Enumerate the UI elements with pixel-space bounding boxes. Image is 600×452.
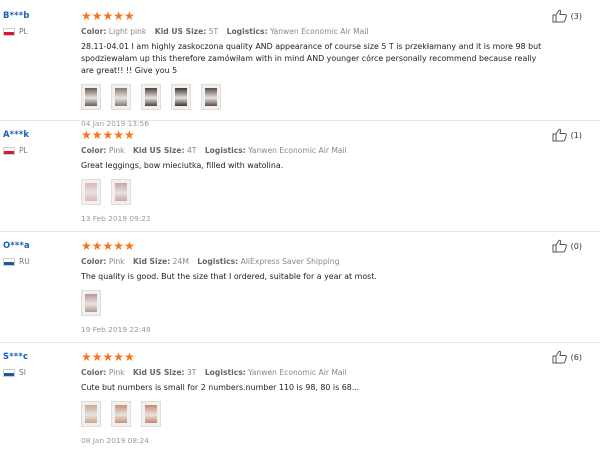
- rating-stars: ★★★★★: [81, 240, 551, 252]
- review-photo-thumbnail[interactable]: [81, 401, 101, 427]
- thumbs-up-icon: [552, 239, 567, 253]
- reviewer-info: S***c SI: [3, 351, 28, 377]
- country-flag-icon: [3, 146, 15, 155]
- logistics-value: Yanwen Economic Air Mail: [248, 146, 347, 155]
- size-value: 4T: [186, 146, 197, 155]
- color-value: Pink: [108, 368, 125, 377]
- reviewer-name[interactable]: O***a: [3, 240, 30, 250]
- size-value: 24M: [172, 257, 189, 266]
- order-info: Color: Pink Kid US Size: 4T Logistics: Y…: [81, 146, 551, 155]
- color-label: Color:: [81, 368, 107, 377]
- review-divider: [0, 120, 600, 121]
- review-divider: [0, 342, 600, 343]
- helpful-count: (6): [570, 352, 582, 362]
- order-info: Color: Pink Kid Size: 24M Logistics: Ali…: [81, 257, 551, 266]
- review-date: 19 Feb 2019 22:48: [81, 325, 151, 334]
- size-label: Kid Size:: [132, 257, 171, 266]
- helpful-button[interactable]: (0): [552, 239, 582, 253]
- rating-stars: ★★★★★: [81, 351, 551, 363]
- color-value: Pink: [108, 257, 125, 266]
- reviewer-name[interactable]: S***c: [3, 351, 28, 361]
- review-photo-thumbnail[interactable]: [111, 84, 131, 110]
- logistics-value: AliExpress Saver Shipping: [240, 257, 340, 266]
- country-flag-icon: [3, 257, 15, 266]
- helpful-button[interactable]: (3): [552, 9, 582, 23]
- review-photo-thumbnail[interactable]: [141, 84, 161, 110]
- review-text: Great leggings, bow mieciutka, filled wi…: [81, 161, 284, 170]
- helpful-button[interactable]: (1): [552, 128, 582, 142]
- reviewer-info: A***k PL: [3, 129, 29, 155]
- reviewer-info: O***a RU: [3, 240, 30, 266]
- review-photo-thumbnail[interactable]: [111, 401, 131, 427]
- star-rating-icon: ★★★★★: [81, 350, 135, 364]
- color-label: Color:: [81, 27, 107, 36]
- reviewer-info: B***b PL: [3, 10, 30, 36]
- reviewer-name[interactable]: B***b: [3, 10, 30, 20]
- size-label: Kid US Size:: [132, 146, 185, 155]
- rating-stars: ★★★★★: [81, 129, 551, 141]
- review-body: ★★★★★ Color: Pink Kid US Size: 3T Logist…: [81, 351, 551, 445]
- reviewer-country: RU: [3, 257, 30, 266]
- review-photo-thumbnail[interactable]: [81, 179, 101, 205]
- size-value: 3T: [186, 368, 197, 377]
- star-rating-icon: ★★★★★: [81, 9, 135, 23]
- reviewer-country: SI: [3, 368, 28, 377]
- country-code: PL: [19, 27, 28, 36]
- thumbs-up-icon: [552, 350, 567, 364]
- reviewer-name[interactable]: A***k: [3, 129, 29, 139]
- reviewer-country: PL: [3, 27, 30, 36]
- review-date: 08 Jan 2019 08:24: [81, 436, 149, 445]
- logistics-value: Yanwen Economic Air Mail: [248, 368, 347, 377]
- review-photo-thumbnail[interactable]: [141, 401, 161, 427]
- review-date: 13 Feb 2019 09:22: [81, 214, 151, 223]
- color-value: Light pink: [108, 27, 147, 36]
- color-label: Color:: [81, 146, 107, 155]
- country-code: PL: [19, 146, 28, 155]
- review-photo-thumbnail[interactable]: [171, 84, 191, 110]
- review-photos: [81, 290, 551, 316]
- star-rating-icon: ★★★★★: [81, 128, 135, 142]
- order-info: Color: Pink Kid US Size: 3T Logistics: Y…: [81, 368, 551, 377]
- review-body: ★★★★★ Color: Light pink Kid US Size: 5T …: [81, 10, 551, 128]
- color-label: Color:: [81, 257, 107, 266]
- logistics-label: Logistics:: [204, 368, 246, 377]
- reviewer-country: PL: [3, 146, 29, 155]
- logistics-label: Logistics:: [226, 27, 268, 36]
- review-photo-thumbnail[interactable]: [201, 84, 221, 110]
- review-photo-thumbnail[interactable]: [111, 179, 131, 205]
- country-code: RU: [19, 257, 30, 266]
- country-code: SI: [19, 368, 26, 377]
- review-photos: [81, 179, 551, 205]
- review-body: ★★★★★ Color: Pink Kid Size: 24M Logistic…: [81, 240, 551, 334]
- thumbs-up-icon: [552, 128, 567, 142]
- helpful-count: (1): [570, 130, 582, 140]
- helpful-count: (3): [570, 11, 582, 21]
- star-rating-icon: ★★★★★: [81, 239, 135, 253]
- review-text: Cute but numbers is small for 2 numbers.…: [81, 383, 360, 392]
- review-text: The quality is good. But the size that I…: [81, 272, 377, 281]
- order-info: Color: Light pink Kid US Size: 5T Logist…: [81, 27, 551, 36]
- size-label: Kid US Size:: [154, 27, 207, 36]
- review-divider: [0, 231, 600, 232]
- helpful-button[interactable]: (6): [552, 350, 582, 364]
- size-value: 5T: [208, 27, 219, 36]
- review-photos: [81, 401, 551, 427]
- size-label: Kid US Size:: [132, 368, 185, 377]
- logistics-value: Yanwen Economic Air Mail: [269, 27, 369, 36]
- review-body: ★★★★★ Color: Pink Kid US Size: 4T Logist…: [81, 129, 551, 223]
- review-photo-thumbnail[interactable]: [81, 84, 101, 110]
- rating-stars: ★★★★★: [81, 10, 551, 22]
- review-photos: [81, 84, 551, 110]
- color-value: Pink: [108, 146, 125, 155]
- country-flag-icon: [3, 368, 15, 377]
- review-text: 28.11-04.01 I am highly zaskoczona quali…: [81, 42, 542, 75]
- thumbs-up-icon: [552, 9, 567, 23]
- helpful-count: (0): [570, 241, 582, 251]
- country-flag-icon: [3, 27, 15, 36]
- logistics-label: Logistics:: [197, 257, 239, 266]
- logistics-label: Logistics:: [204, 146, 246, 155]
- review-photo-thumbnail[interactable]: [81, 290, 101, 316]
